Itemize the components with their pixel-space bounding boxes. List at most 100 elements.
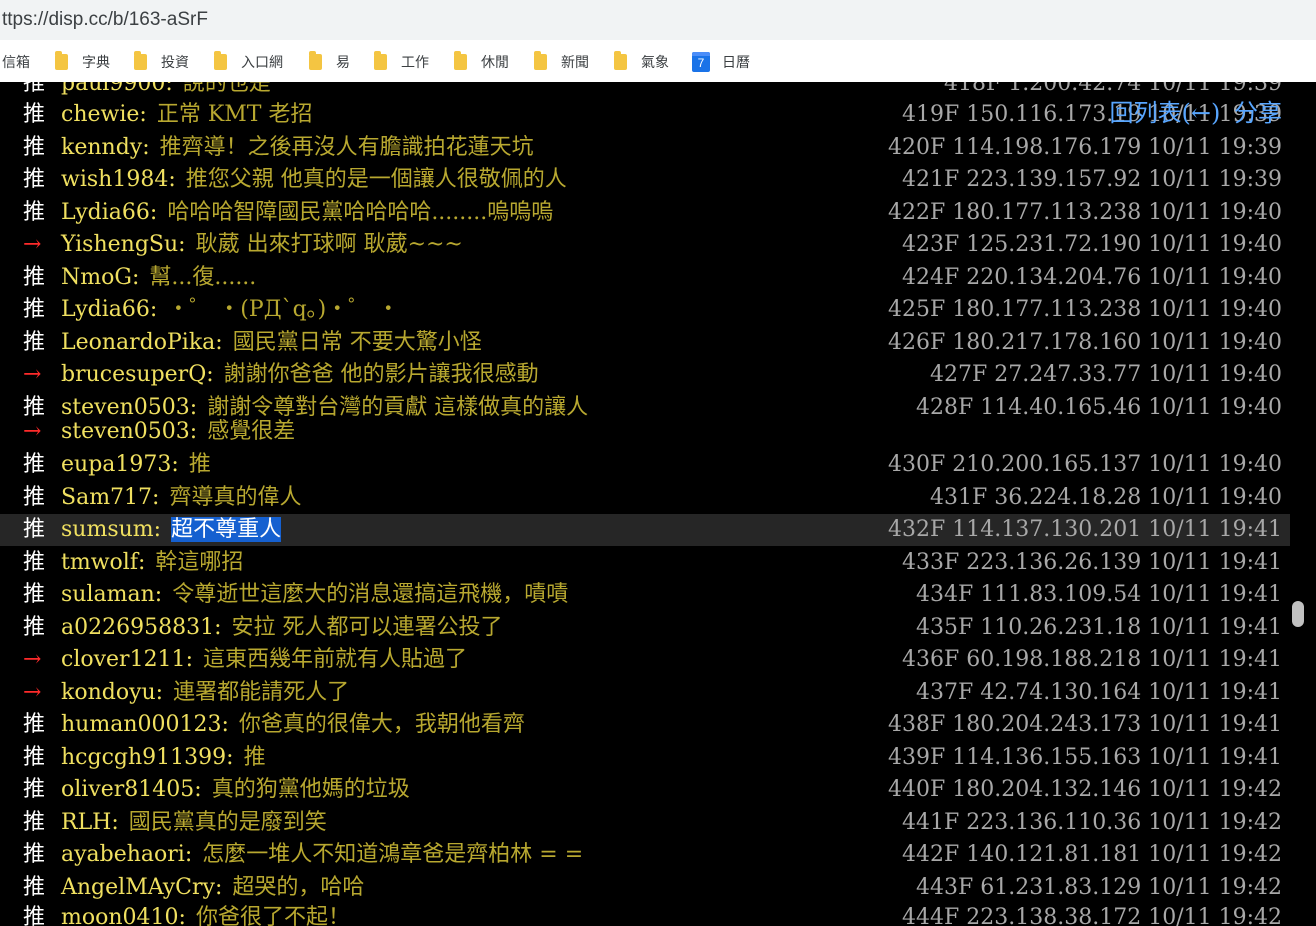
comment-user[interactable]: human000123 [61,712,221,737]
scrollbar-thumb[interactable] [1292,601,1304,627]
share-link[interactable]: 分享 [1234,99,1282,127]
comment-user[interactable]: sumsum [61,517,154,542]
comment-user[interactable]: wish1984 [61,167,168,192]
comment-meta: 444F 223.138.38.172 10/11 19:42 [902,905,1282,926]
user-separator: : [226,745,234,770]
comment-meta: 436F 60.198.188.218 10/11 19:41 [902,647,1282,672]
comment-user[interactable]: RLH [61,810,111,835]
bookmark-label: 工作 [401,55,429,71]
comment-text: 這東西幾年前就有人貼過了 [202,647,467,672]
bookmark-0[interactable]: 信箱 [2,51,30,73]
comment-user[interactable]: YishengSu [61,232,178,257]
user-separator: : [178,905,186,926]
address-bar[interactable]: ttps://disp.cc/b/163-aSrF [0,0,1316,40]
comment-user[interactable]: kenndy [61,135,142,160]
comment-meta: 442F 140.121.81.181 10/11 19:42 [902,842,1282,867]
comment-text: 謝謝你爸爸 他的影片讓我很感動 [223,362,539,387]
push-tag: 推 [23,485,46,510]
push-tag: 推 [23,582,46,607]
comment-meta: 422F 180.177.113.238 10/11 19:40 [888,200,1282,225]
comment-text: 安拉 死人都可以連署公投了 [231,615,503,640]
bookmark-label: 易 [336,55,350,71]
comment-user[interactable]: LeonardoPika [61,330,215,355]
comment-user[interactable]: brucesuperQ [61,362,206,387]
comment-user[interactable]: moon0410 [61,905,179,926]
bookmark-8[interactable]: 氣象 [614,51,669,73]
user-separator: : [215,330,223,355]
push-tag: 推 [23,297,46,322]
comment-text: 真的狗黨他媽的垃圾 [211,777,410,802]
comment-user[interactable]: hcgcgh911399 [61,745,226,770]
folder-icon [534,51,547,70]
comment-body: hcgcgh911399: 推 [61,742,266,774]
bookmark-5[interactable]: 工作 [374,51,429,73]
bookmark-2[interactable]: 投資 [134,51,189,73]
comment-text: 正常 KMT 老招 [156,102,313,127]
comment-user[interactable]: sulaman [61,582,155,607]
comment-body: oliver81405: 真的狗黨他媽的垃圾 [61,774,410,806]
comment-body: brucesuperQ: 謝謝你爸爸 他的影片讓我很感動 [61,359,539,391]
comment-user[interactable]: paul9900 [61,82,165,96]
comment-user[interactable]: a0226958831 [61,615,214,640]
comment-user[interactable]: Lydia66 [61,200,150,225]
comment-text: 說的也是 [182,82,271,96]
folder-icon [454,51,467,70]
back-to-list-link[interactable]: 回列表(←) [1110,99,1221,127]
comment-meta: 425F 180.177.113.238 10/11 19:40 [888,297,1282,322]
comment-user[interactable]: steven0503 [61,419,190,444]
comment-user[interactable]: oliver81405 [61,777,194,802]
bookmark-7[interactable]: 新聞 [534,51,589,73]
user-separator: : [155,680,164,705]
comment-meta: 437F 42.74.130.164 10/11 19:41 [916,680,1282,705]
comment-body: Sam717: 齊導真的偉人 [61,482,301,514]
scrollbar-track[interactable] [1290,82,1306,926]
bookmark-4[interactable]: 易 [309,51,350,73]
comment-user[interactable]: eupa1973 [61,452,171,477]
bookmark-1[interactable]: 字典 [55,51,110,73]
comment-row: → kondoyu: 連署都能請死人了 437F 42.74.130.164 10/1… [0,677,1290,709]
comment-meta: 420F 114.198.176.179 10/11 19:39 [888,135,1282,160]
comment-row: 推 chewie: 正常 KMT 老招 419F 150.116.173.19 10/… [0,99,1290,131]
comment-body: sulaman: 令尊逝世這麼大的消息還搞這飛機，嘖嘖 [61,579,568,611]
comment-user[interactable]: tmwolf [61,550,138,575]
comment-body: human000123: 你爸真的很偉大，我朝他看齊 [61,709,525,741]
comment-row: 推 NmoG: 幫...復...... 424F 220.134.204.76 10/… [0,262,1290,294]
comment-user[interactable]: NmoG [61,265,132,290]
user-separator: : [131,265,140,290]
arrow-tag: → [23,647,42,672]
comment-user[interactable]: ayabehaori [61,842,185,867]
comment-user[interactable]: clover1211 [61,647,186,672]
comment-text: 哈哈哈智障國民黨哈哈哈哈........嗚嗚嗚 [167,200,554,225]
comment-row: 推 LeonardoPika: 國民黨日常 不要大驚小怪 426F 180.217.1… [0,327,1290,359]
comment-row: 推 Lydia66: 哈哈哈智障國民黨哈哈哈哈........嗚嗚嗚 422F 180… [0,197,1290,229]
user-separator: : [137,550,146,575]
comment-user[interactable]: AngelMAyCry [61,875,215,900]
comment-user[interactable]: kondoyu [61,680,156,705]
comment-body: chewie: 正常 KMT 老招 [61,99,312,131]
comment-body: Lydia66: ・゜ ・(PД`q｡)・゜ ・ [61,294,399,326]
url-text[interactable]: ttps://disp.cc/b/163-aSrF [2,9,208,31]
comment-meta: 423F 125.231.72.190 10/11 19:40 [902,232,1282,257]
comment-text: ・゜ ・(PД`q｡)・゜ ・ [167,297,400,322]
comment-meta: 440F 180.204.132.146 10/11 19:42 [888,777,1282,802]
bookmark-3[interactable]: 入口網 [214,51,283,73]
bookmark-label: 投資 [161,55,189,71]
bookmark-6[interactable]: 休閒 [454,51,509,73]
comment-text: 連署都能請死人了 [173,680,350,705]
bookmark-9[interactable]: 7 日曆 [692,51,750,73]
user-separator: : [214,615,222,640]
push-tag: 推 [23,905,46,926]
comment-user[interactable]: Sam717 [61,485,152,510]
comment-user[interactable]: Lydia66 [61,297,150,322]
push-tag: 推 [23,135,46,160]
comment-body: AngelMAyCry: 超哭的，哈哈 [61,872,364,904]
folder-icon [614,51,627,70]
comment-row: 推 Sam717: 齊導真的偉人 431F 36.224.18.28 10/11 19… [0,482,1290,514]
arrow-tag: → [23,419,42,444]
comment-row: 推 paul9900: 說的也是 418F 1.200.42.74 10/11 19:… [0,82,1290,100]
comment-text: 耿葳 出來打球啊 耿葳~~~ [195,232,463,257]
comment-user[interactable]: chewie [61,102,139,127]
comment-text: 幫...復...... [149,265,257,290]
comment-body: sumsum: 超不尊重人 [61,514,282,546]
push-tag: 推 [23,875,46,900]
